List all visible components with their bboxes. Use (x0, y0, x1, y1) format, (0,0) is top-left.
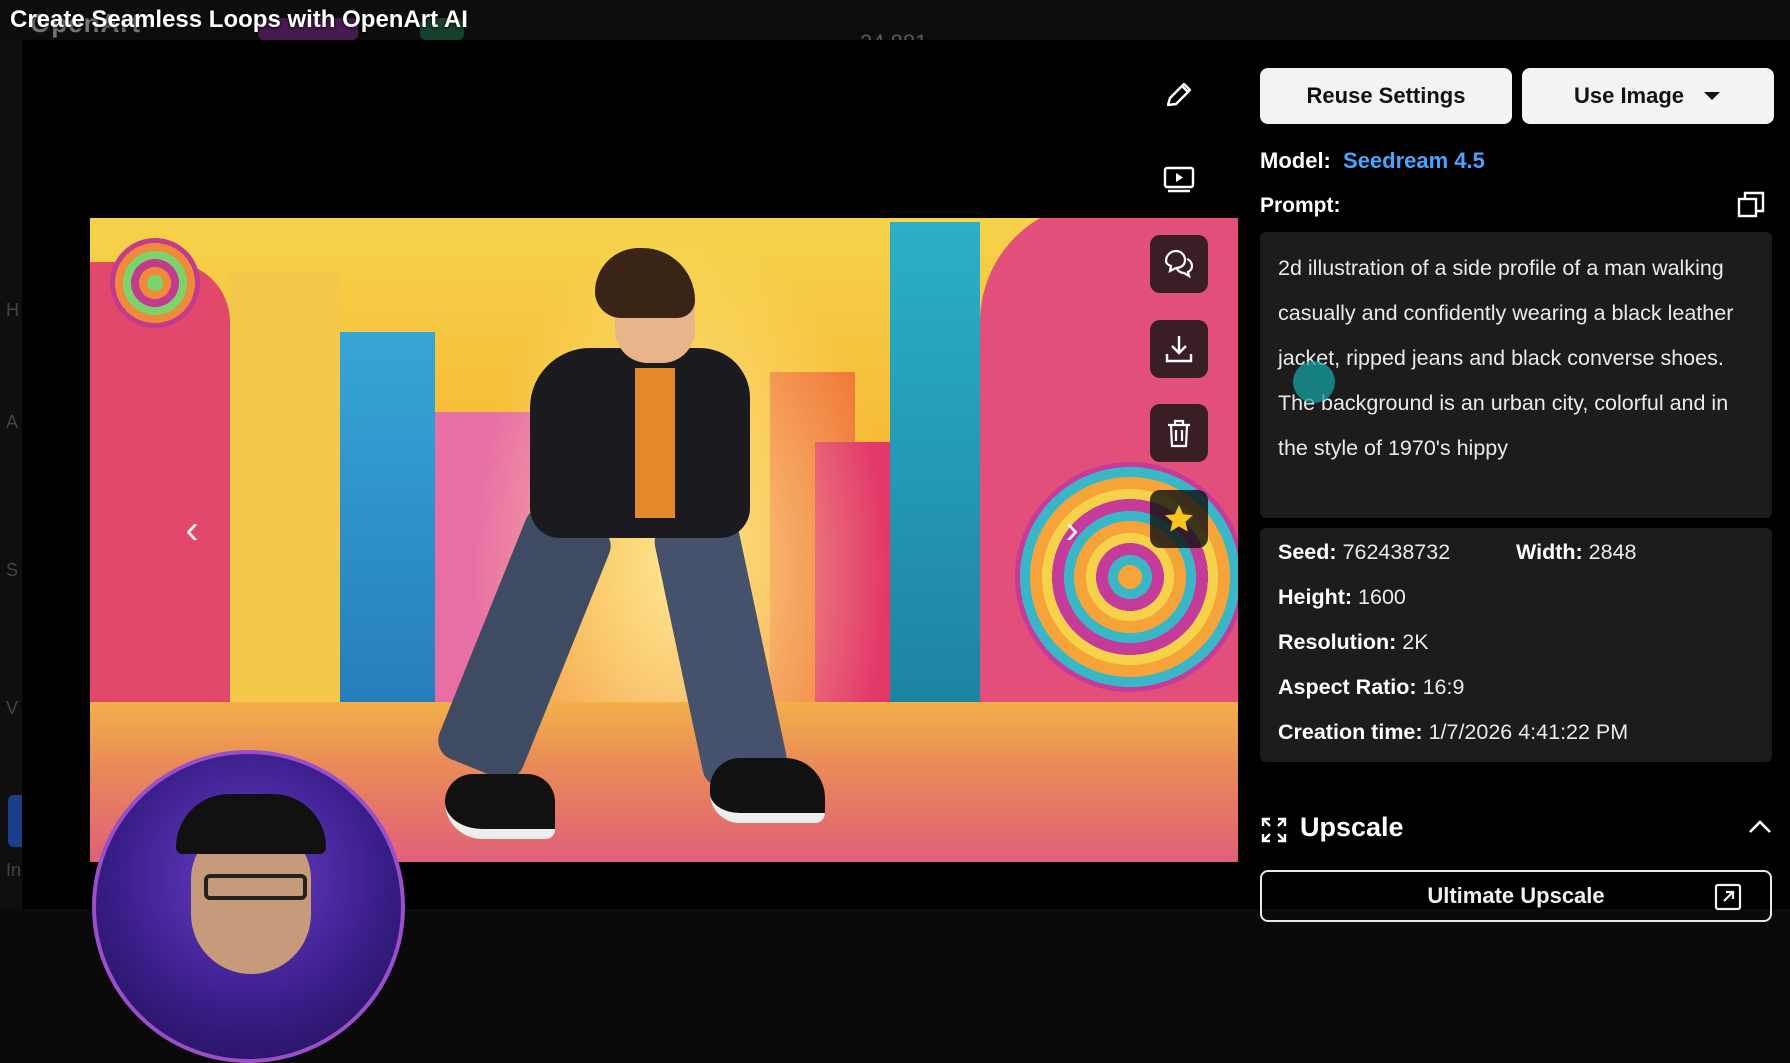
upscale-section-toggle[interactable]: Upscale (1260, 810, 1772, 850)
chevron-up-icon (1749, 820, 1771, 833)
video-icon (1163, 166, 1195, 193)
star-icon (1165, 505, 1193, 532)
model-label: Model: (1260, 148, 1331, 173)
video-title-overlay: Create Seamless Loops with OpenArt AI (10, 6, 468, 33)
chevron-left-icon: ‹ (185, 508, 199, 552)
reuse-settings-button[interactable]: Reuse Settings (1260, 68, 1512, 124)
resolution-value: Resolution: 2K (1278, 630, 1429, 654)
generation-details: Seed: 762438732 Width: 2848 Height: 1600 Re… (1260, 528, 1772, 762)
upscale-title: Upscale (1300, 812, 1404, 842)
chat-button[interactable] (1150, 235, 1208, 293)
prompt-text[interactable]: 2d illustration of a side profile of a m… (1260, 232, 1772, 518)
sidebar-letter: H (6, 300, 19, 320)
caret-down-icon (1704, 92, 1721, 100)
building (340, 332, 435, 742)
sidebar-letter: A (6, 412, 19, 432)
height-value: Height: 1600 (1278, 585, 1406, 609)
mural-circle (110, 238, 200, 328)
use-image-button[interactable]: Use Image (1522, 68, 1774, 124)
model-info: Model: Seedream 4.5 (1260, 148, 1485, 174)
chat-icon (1164, 249, 1194, 279)
external-link-icon (1714, 883, 1742, 911)
use-image-label: Use Image (1573, 83, 1685, 108)
building (890, 222, 980, 742)
copy-icon[interactable] (1736, 190, 1766, 220)
presenter-cap (176, 794, 326, 854)
seed-value: Seed: 762438732 (1278, 540, 1451, 564)
image-info-panel: Reuse Settings Use Image Model: Seedream… (1238, 40, 1790, 922)
sidebar-letter: In (6, 860, 22, 880)
creation-time-value: Creation time: 1/7/2026 4:41:22 PM (1278, 720, 1629, 744)
walker-shoe (710, 758, 825, 823)
download-icon (1165, 336, 1193, 363)
download-button[interactable] (1150, 320, 1208, 378)
presenter-glasses (204, 874, 307, 900)
building (230, 272, 340, 742)
walker-shoe (445, 774, 555, 839)
expand-icon (1261, 817, 1287, 843)
sidebar-letter: V (6, 698, 19, 718)
mouse-cursor-indicator (1293, 361, 1335, 403)
sidebar-letter: S (6, 560, 19, 580)
walker-shirt (635, 368, 675, 518)
model-link[interactable]: Seedream 4.5 (1343, 148, 1485, 173)
next-image-button[interactable]: › (1052, 510, 1092, 550)
edit-icon (1166, 82, 1192, 107)
favorite-button[interactable] (1150, 490, 1208, 548)
width-value: Width: 2848 (1516, 540, 1637, 564)
ultimate-upscale-label: Ultimate Upscale (1427, 883, 1605, 908)
ultimate-upscale-button[interactable]: Ultimate Upscale (1260, 870, 1772, 922)
building (90, 262, 230, 742)
create-video-button[interactable] (1150, 150, 1208, 208)
reuse-settings-label: Reuse Settings (1306, 83, 1466, 108)
presenter-webcam (92, 750, 405, 1063)
delete-button[interactable] (1150, 404, 1208, 462)
trash-icon (1168, 419, 1190, 448)
prev-image-button[interactable]: ‹ (172, 510, 212, 550)
edit-button[interactable] (1150, 66, 1208, 124)
sidebar-active-indicator (8, 795, 22, 847)
left-sidebar-background: H A S V In (0, 40, 22, 909)
prompt-label: Prompt: (1260, 194, 1341, 217)
chevron-right-icon: › (1065, 508, 1079, 552)
aspect-ratio-value: Aspect Ratio: 16:9 (1278, 675, 1465, 699)
